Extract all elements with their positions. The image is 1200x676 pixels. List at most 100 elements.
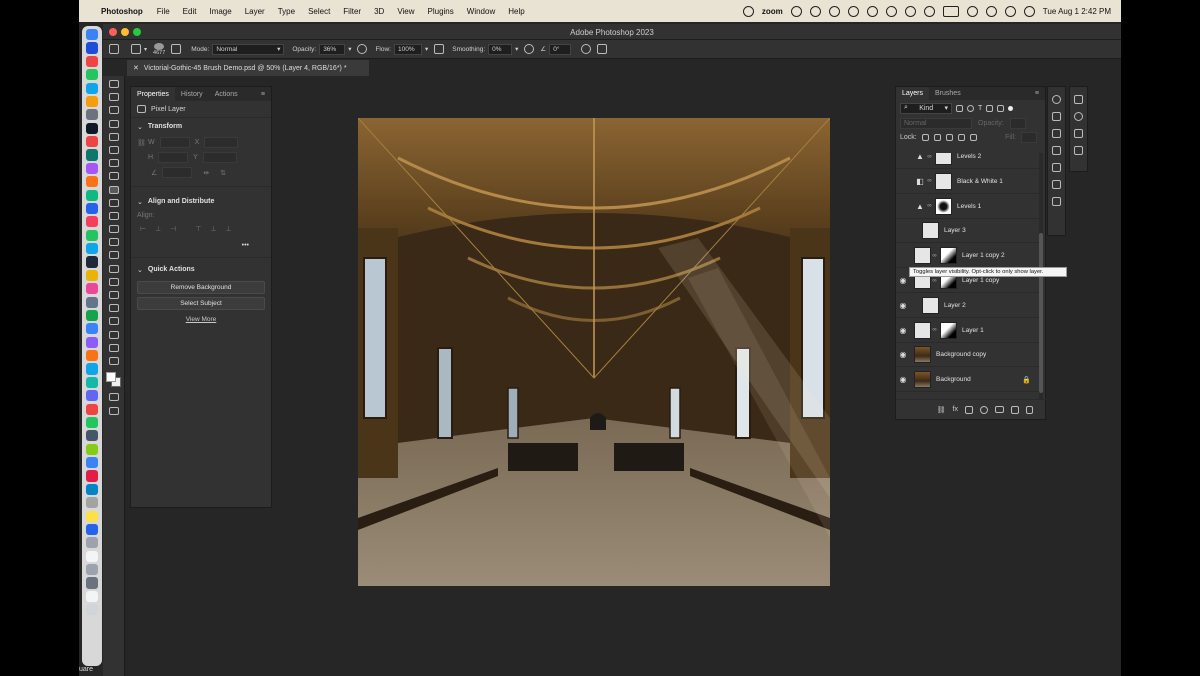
menu-help[interactable]: Help — [508, 7, 524, 16]
align-middle-icon[interactable]: ⊥ — [210, 225, 216, 233]
record-icon[interactable] — [742, 5, 754, 17]
info-icon[interactable] — [1052, 95, 1061, 104]
filter-toggle-icon[interactable] — [1008, 105, 1014, 111]
layer-row[interactable]: ◉ ∞ Layer 1 — [896, 319, 1039, 343]
control-center-icon[interactable] — [1004, 5, 1016, 17]
crop-tool-icon[interactable] — [108, 132, 119, 141]
trash-icon[interactable] — [1026, 405, 1033, 414]
dock-app-icon[interactable] — [86, 229, 98, 241]
bell-icon[interactable] — [790, 5, 802, 17]
smoothing-input[interactable]: 0% — [488, 43, 513, 55]
eyedropper-tool-icon[interactable] — [108, 159, 119, 168]
screen-icon[interactable] — [809, 5, 821, 17]
filter-smart-icon[interactable] — [997, 104, 1005, 112]
dock-app-icon[interactable] — [86, 350, 98, 362]
lock-artboard-icon[interactable] — [957, 133, 965, 141]
dock-app-icon[interactable] — [86, 29, 98, 41]
bluetooth-icon[interactable] — [866, 5, 878, 17]
layer-name[interactable]: Layer 3 — [944, 227, 966, 234]
layers-scroll-thumb[interactable] — [1039, 233, 1043, 393]
menu-filter[interactable]: Filter — [343, 7, 361, 16]
mask-link-icon[interactable]: ∞ — [931, 253, 938, 259]
menu-file[interactable]: File — [157, 7, 170, 16]
layer-row[interactable]: ◉ Background copy — [896, 343, 1039, 368]
dock-app-icon[interactable] — [86, 403, 98, 415]
layer-thumbnail[interactable] — [914, 371, 931, 389]
mask-link-icon[interactable]: ∞ — [926, 178, 933, 184]
dock-app-icon[interactable] — [86, 470, 98, 482]
dock-app-icon[interactable] — [86, 122, 98, 134]
close-tab-icon[interactable]: ✕ — [133, 64, 139, 72]
zoom-menu-icon[interactable]: zoom — [762, 7, 783, 16]
more-options-icon[interactable]: ••• — [242, 242, 249, 249]
document-tab[interactable]: ✕ Victorial-Gothic-45 Brush Demo.psd @ 5… — [127, 60, 369, 76]
tab-actions[interactable]: Actions — [209, 87, 244, 101]
brush-tool-icon[interactable] — [108, 185, 119, 194]
lock-position-icon[interactable] — [945, 133, 953, 141]
dodge-tool-icon[interactable] — [108, 264, 119, 273]
remove-background-button[interactable]: Remove Background — [137, 281, 265, 294]
dock-app-icon[interactable] — [86, 283, 98, 295]
dock-app-icon[interactable] — [86, 149, 98, 161]
mask-link-icon[interactable]: ∞ — [931, 278, 938, 284]
tab-history[interactable]: History — [175, 87, 209, 101]
layer-row[interactable]: ◧ ∞ Black & White 1 — [896, 170, 1039, 194]
visibility-eye-icon[interactable]: ◉ — [896, 350, 910, 359]
folder-icon[interactable] — [995, 406, 1004, 413]
layer-name[interactable]: Levels 2 — [957, 153, 981, 160]
brush-preset-picker[interactable]: 4677 — [153, 42, 165, 56]
layer-thumbnail[interactable] — [922, 296, 939, 314]
pressure-size-icon[interactable] — [581, 44, 592, 54]
align-left-icon[interactable]: ⊢ — [140, 225, 146, 233]
filter-type-icon[interactable]: T — [978, 105, 982, 112]
rectangle-tool-icon[interactable] — [108, 317, 119, 326]
gear-icon[interactable] — [524, 44, 535, 54]
brush-settings-icon[interactable] — [171, 44, 182, 54]
layer-mask-thumbnail[interactable] — [935, 153, 952, 165]
patterns-icon[interactable] — [1074, 146, 1083, 155]
menu-3d[interactable]: 3D — [374, 7, 384, 16]
layer-mask-thumbnail[interactable] — [940, 321, 957, 339]
dock-app-icon[interactable] — [86, 309, 98, 322]
move-tool-icon[interactable] — [108, 80, 119, 88]
layer-name[interactable]: Layer 2 — [944, 302, 966, 309]
home-icon[interactable] — [109, 44, 119, 54]
layer-name[interactable]: Background — [936, 376, 971, 383]
adjustments-icon[interactable] — [1052, 129, 1061, 138]
object-selection-tool-icon[interactable] — [108, 119, 119, 128]
plugin-icon[interactable] — [1052, 197, 1061, 206]
menu-window[interactable]: Window — [467, 7, 495, 16]
siri-icon[interactable] — [1023, 5, 1035, 17]
eraser-tool-icon[interactable] — [108, 225, 119, 234]
x-input[interactable] — [204, 137, 239, 148]
zoom-tool-icon[interactable] — [108, 343, 119, 352]
blend-mode-select[interactable]: Normal — [900, 117, 972, 129]
dock-app-icon[interactable] — [86, 577, 98, 589]
wifi-icon[interactable] — [966, 5, 978, 17]
link-icon[interactable]: ⛓ — [137, 139, 146, 147]
rotate-input[interactable] — [162, 167, 193, 178]
layer-thumbnail[interactable] — [914, 346, 931, 364]
link-layers-icon[interactable]: ⛓ — [937, 406, 946, 414]
dock-app-icon[interactable] — [86, 390, 98, 402]
stamp-tool-icon[interactable] — [108, 198, 119, 207]
dock-app-icon[interactable] — [86, 323, 98, 335]
libraries-icon[interactable] — [1052, 163, 1061, 172]
dock-app-icon[interactable] — [86, 604, 98, 616]
fx-icon[interactable]: fx — [953, 406, 958, 413]
flip-horizontal-icon[interactable]: ⇹ — [203, 169, 209, 177]
healing-tool-icon[interactable] — [108, 172, 119, 181]
dock-app-icon[interactable] — [86, 109, 98, 121]
layer-row[interactable]: ∞ Layer 1 copy 2 — [896, 244, 1039, 269]
dock-app-icon[interactable] — [86, 269, 98, 281]
dock-app-icon[interactable] — [86, 136, 98, 148]
dock-app-icon[interactable] — [86, 162, 98, 174]
gradient-tool-icon[interactable] — [108, 238, 119, 247]
menubar-clock[interactable]: Tue Aug 1 2:42 PM — [1043, 7, 1111, 16]
dock-app-icon[interactable] — [86, 537, 98, 549]
layer-thumbnail[interactable] — [914, 321, 931, 339]
fill-input[interactable] — [1021, 131, 1037, 143]
app-badge-icon[interactable] — [847, 5, 859, 17]
media-icon[interactable] — [923, 5, 935, 17]
path-selection-tool-icon[interactable] — [108, 304, 119, 313]
